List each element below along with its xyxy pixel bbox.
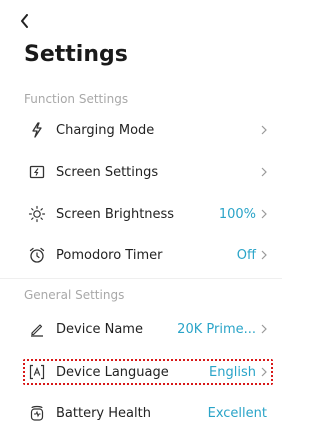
charging-mode-label: Charging Mode xyxy=(56,122,155,138)
back-arrow-icon xyxy=(21,14,28,28)
page-title: Settings xyxy=(24,42,128,67)
device-name-row[interactable]: Device Name 20K Prime... xyxy=(0,313,282,345)
device-language-row[interactable]: Device Language English xyxy=(0,356,282,388)
chevron-right-icon xyxy=(261,324,267,334)
chevron-right-icon xyxy=(261,167,267,177)
section-header-function: Function Settings xyxy=(24,92,129,106)
screen-brightness-row[interactable]: Screen Brightness 100% xyxy=(0,198,282,230)
language-icon xyxy=(28,363,46,381)
battery-health-label: Battery Health xyxy=(56,405,151,421)
pen-icon xyxy=(28,320,46,338)
section-divider xyxy=(0,278,282,279)
screen-icon xyxy=(28,163,46,181)
back-button[interactable] xyxy=(14,10,36,32)
chevron-right-icon xyxy=(261,367,267,377)
section-header-general: General Settings xyxy=(24,288,125,302)
device-name-label: Device Name xyxy=(56,321,143,337)
device-name-value: 20K Prime... xyxy=(177,321,256,337)
device-language-label: Device Language xyxy=(56,364,169,380)
device-language-value: English xyxy=(209,364,256,380)
pomodoro-timer-value: Off xyxy=(236,247,256,263)
screen-brightness-label: Screen Brightness xyxy=(56,206,175,222)
lightning-icon xyxy=(28,121,46,139)
screen-settings-row[interactable]: Screen Settings xyxy=(0,156,282,188)
charging-mode-row[interactable]: Charging Mode xyxy=(0,114,282,146)
chevron-right-icon xyxy=(261,125,267,135)
screen-settings-label: Screen Settings xyxy=(56,164,159,180)
alarm-clock-icon xyxy=(28,246,46,264)
battery-health-icon xyxy=(28,404,46,422)
screen-brightness-value: 100% xyxy=(218,206,256,222)
chevron-right-icon xyxy=(261,209,267,219)
battery-health-row[interactable]: Battery Health Excellent xyxy=(0,397,282,429)
chevron-right-icon xyxy=(261,250,267,260)
battery-health-value: Excellent xyxy=(207,405,267,421)
pomodoro-timer-label: Pomodoro Timer xyxy=(56,247,163,263)
brightness-icon xyxy=(28,205,46,223)
pomodoro-timer-row[interactable]: Pomodoro Timer Off xyxy=(0,239,282,271)
